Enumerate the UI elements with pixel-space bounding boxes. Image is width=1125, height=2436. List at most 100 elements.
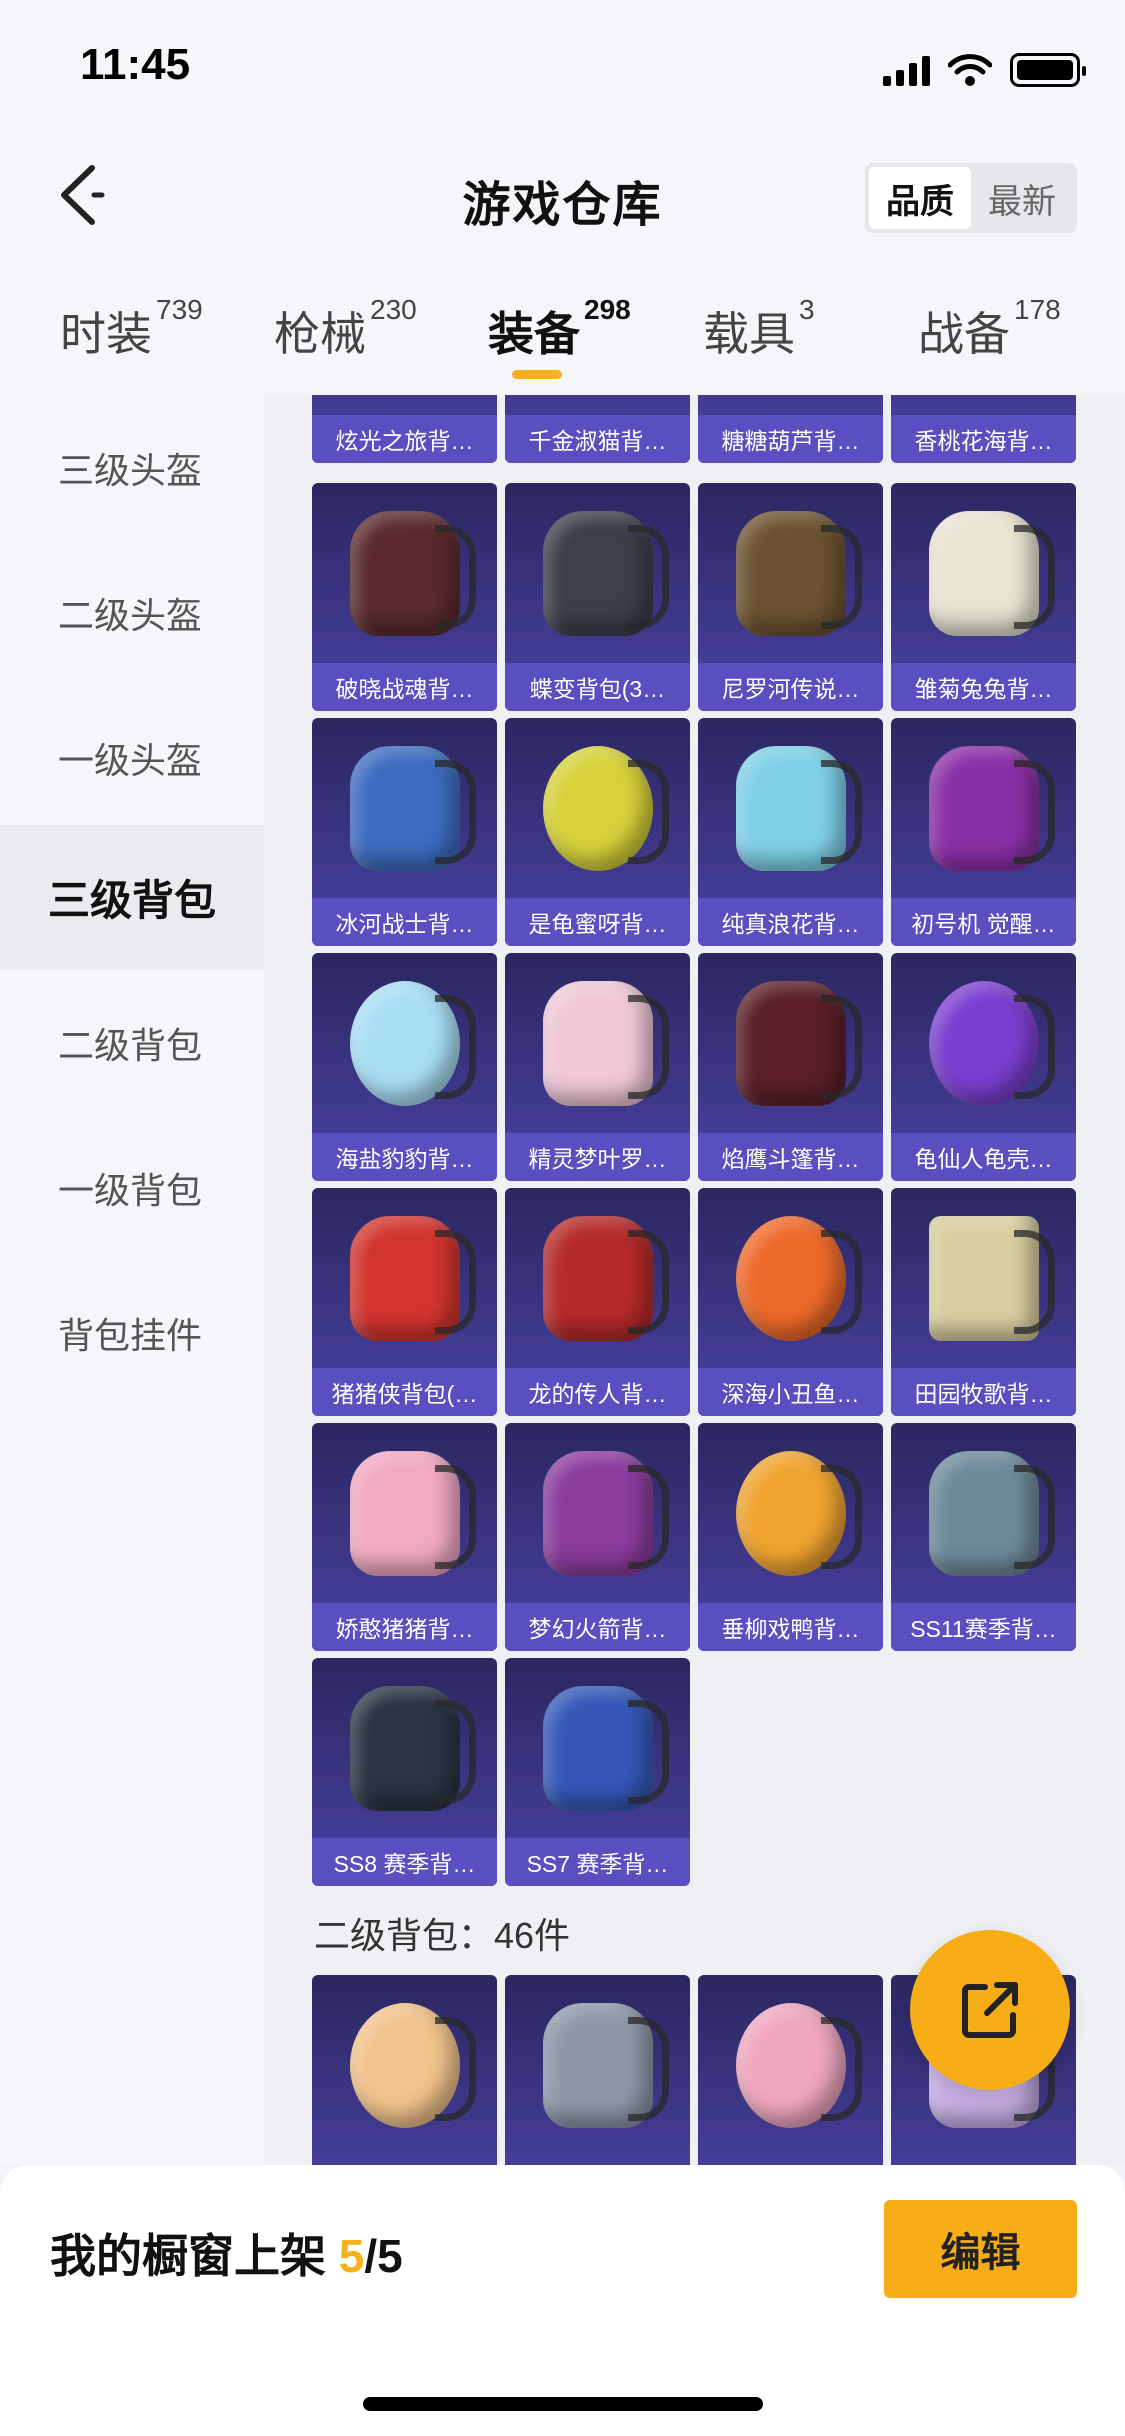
item-name: 香桃花海背… xyxy=(891,415,1076,463)
tab-weapons[interactable]: 枪械 230 xyxy=(274,294,417,364)
item-card[interactable]: 海盐豹豹背… xyxy=(312,953,497,1181)
item-card[interactable]: SS8 赛季背… xyxy=(312,1658,497,1886)
item-card[interactable]: 香桃花海背… xyxy=(891,395,1076,463)
item-card[interactable]: 是龟蜜呀背… xyxy=(505,718,690,946)
sidebar-item-level2-backpack[interactable]: 二级背包 xyxy=(0,970,264,1115)
item-card[interactable]: 梦幻火箭背… xyxy=(505,1423,690,1651)
item-name: 娇憨猪猪背… xyxy=(312,1603,497,1651)
backpack-thumbnail xyxy=(312,718,497,898)
item-card[interactable]: 纯真浪花背… xyxy=(698,718,883,946)
item-card[interactable]: 千金淑猫背… xyxy=(505,395,690,463)
edit-button[interactable]: 编辑 xyxy=(884,2200,1077,2298)
item-name: 精灵梦叶罗… xyxy=(505,1133,690,1181)
item-name: 雏菊兔兔背… xyxy=(891,663,1076,711)
tab-count: 298 xyxy=(584,294,631,325)
sort-option-latest[interactable]: 最新 xyxy=(971,167,1073,229)
item-card[interactable]: 冰河战士背… xyxy=(312,718,497,946)
item-name: 梦幻火箭背… xyxy=(505,1603,690,1651)
tab-count: 3 xyxy=(799,294,815,325)
battery-icon xyxy=(1010,53,1086,87)
category-tabs: 时装 739 枪械 230 装备 298 载具 3 战备 178 xyxy=(0,260,1125,395)
item-name: 田园牧歌背… xyxy=(891,1368,1076,1416)
backpack-thumbnail xyxy=(312,1188,497,1368)
tab-equipment[interactable]: 装备 298 xyxy=(488,294,631,364)
backpack-thumbnail xyxy=(312,1975,497,2155)
item-name: 初号机 觉醒… xyxy=(891,898,1076,946)
tab-supplies[interactable]: 战备 178 xyxy=(918,294,1061,364)
backpack-thumbnail xyxy=(891,395,1076,415)
cellular-signal-icon xyxy=(883,54,930,86)
item-card[interactable]: SS7 赛季背… xyxy=(505,1658,690,1886)
sidebar-item-level1-backpack[interactable]: 一级背包 xyxy=(0,1115,264,1260)
backpack-thumbnail xyxy=(698,1188,883,1368)
item-card[interactable]: 蝶变背包(3… xyxy=(505,483,690,711)
backpack-thumbnail xyxy=(891,953,1076,1133)
item-name: 炫光之旅背… xyxy=(312,415,497,463)
backpack-thumbnail xyxy=(312,483,497,663)
item-name: 龙的传人背… xyxy=(505,1368,690,1416)
item-card[interactable] xyxy=(312,1975,497,2165)
item-card[interactable]: 炫光之旅背… xyxy=(312,395,497,463)
tab-label: 时装 xyxy=(60,308,152,360)
item-card[interactable]: 焰鹰斗篷背… xyxy=(698,953,883,1181)
sidebar-item-level2-helmet[interactable]: 二级头盔 xyxy=(0,540,264,685)
wifi-icon xyxy=(948,54,992,86)
tab-fashion[interactable]: 时装 739 xyxy=(60,294,203,364)
item-card[interactable]: 尼罗河传说… xyxy=(698,483,883,711)
item-card[interactable] xyxy=(505,1975,690,2165)
backpack-thumbnail xyxy=(891,1423,1076,1603)
item-card[interactable]: 猪猪侠背包(… xyxy=(312,1188,497,1416)
bottom-bar: 我的橱窗上架 5/5 编辑 xyxy=(0,2165,1125,2436)
item-card[interactable]: 糖糖葫芦背… xyxy=(698,395,883,463)
sort-option-quality[interactable]: 品质 xyxy=(869,167,971,229)
item-card[interactable]: 初号机 觉醒… xyxy=(891,718,1076,946)
tab-label: 载具 xyxy=(703,308,795,360)
item-card[interactable]: SS11赛季背… xyxy=(891,1423,1076,1651)
tab-vehicles[interactable]: 载具 3 xyxy=(703,294,815,364)
backpack-thumbnail xyxy=(698,718,883,898)
item-name: 尼罗河传说… xyxy=(698,663,883,711)
item-name: 蝶变背包(3… xyxy=(505,663,690,711)
section-label-level2-backpack: 二级背包：46件 xyxy=(314,1915,571,1956)
sidebar-item-backpack-charm[interactable]: 背包挂件 xyxy=(0,1260,264,1405)
tab-count: 739 xyxy=(156,294,203,325)
shelf-label: 我的橱窗上架 xyxy=(50,2230,326,2282)
tab-label: 枪械 xyxy=(274,308,366,360)
backpack-thumbnail xyxy=(505,1975,690,2155)
backpack-thumbnail xyxy=(312,953,497,1133)
home-indicator xyxy=(363,2397,763,2411)
item-name: 是龟蜜呀背… xyxy=(505,898,690,946)
backpack-thumbnail xyxy=(505,395,690,415)
backpack-thumbnail xyxy=(505,1188,690,1368)
item-card[interactable]: 精灵梦叶罗… xyxy=(505,953,690,1181)
item-name: SS11赛季背… xyxy=(891,1603,1076,1651)
shelf-status: 我的橱窗上架 5/5 xyxy=(50,2220,403,2286)
item-card[interactable]: 龙的传人背… xyxy=(505,1188,690,1416)
sidebar-item-level3-backpack[interactable]: 三级背包 xyxy=(0,825,264,970)
item-card[interactable]: 龟仙人龟壳… xyxy=(891,953,1076,1181)
item-name: 焰鹰斗篷背… xyxy=(698,1133,883,1181)
item-card[interactable]: 破晓战魂背… xyxy=(312,483,497,711)
item-name: 垂柳戏鸭背… xyxy=(698,1603,883,1651)
sidebar-item-level1-helmet[interactable]: 一级头盔 xyxy=(0,685,264,830)
item-card[interactable]: 娇憨猪猪背… xyxy=(312,1423,497,1651)
share-icon xyxy=(962,1982,1018,2038)
backpack-thumbnail xyxy=(312,1658,497,1838)
item-card[interactable]: 田园牧歌背… xyxy=(891,1188,1076,1416)
backpack-thumbnail xyxy=(505,1658,690,1838)
item-grid: 炫光之旅背… 千金淑猫背… 糖糖葫芦背… 香桃花海背… 破晓战魂背… 蝶变背包(… xyxy=(264,395,1125,2165)
item-card[interactable] xyxy=(698,1975,883,2165)
backpack-thumbnail xyxy=(505,718,690,898)
item-card[interactable]: 深海小丑鱼… xyxy=(698,1188,883,1416)
tab-label: 战备 xyxy=(918,308,1010,360)
item-card[interactable]: 雏菊兔兔背… xyxy=(891,483,1076,711)
item-card[interactable]: 垂柳戏鸭背… xyxy=(698,1423,883,1651)
sidebar-item-level3-helmet[interactable]: 三级头盔 xyxy=(0,395,264,540)
share-button[interactable] xyxy=(910,1930,1070,2090)
backpack-thumbnail xyxy=(891,483,1076,663)
backpack-thumbnail xyxy=(505,953,690,1133)
backpack-thumbnail xyxy=(312,395,497,415)
shelf-count: 5 xyxy=(338,2230,365,2282)
item-name: 千金淑猫背… xyxy=(505,415,690,463)
status-bar: 11:45 xyxy=(0,0,1125,135)
